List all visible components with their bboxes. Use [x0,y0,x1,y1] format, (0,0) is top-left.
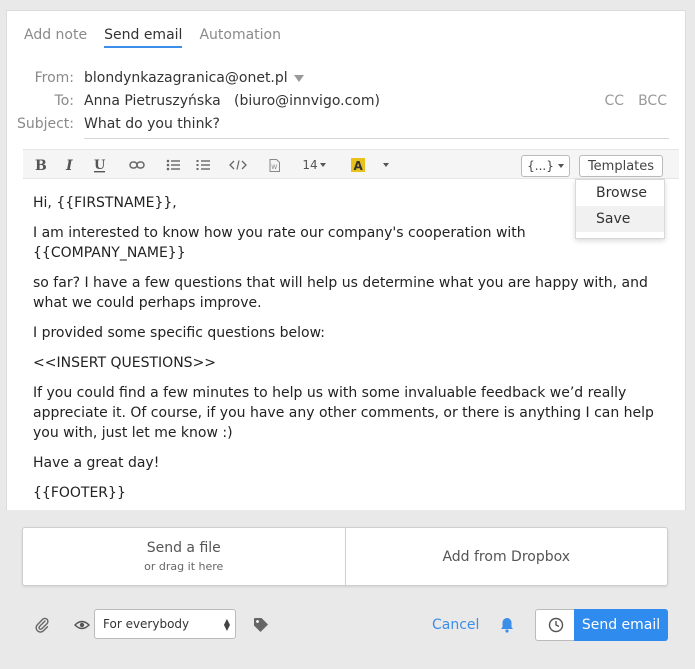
subject-row: Subject: What do you think? [7,114,669,139]
svg-text:A: A [354,159,364,172]
recipient-name: Anna Pietruszyńska [84,93,221,109]
variable-label: {...} [527,159,554,173]
body-paragraph: I am interested to know how you rate our… [33,225,531,261]
italic-icon: I [65,158,73,172]
subject-underline [84,138,669,139]
svg-text:W: W [271,164,277,171]
body-paragraph: Have a great day! [33,455,160,471]
word-document-icon: W [269,158,280,172]
from-label: From: [34,70,74,86]
cc-link[interactable]: CC [605,93,625,109]
bullet-list-icon [166,159,180,171]
underline-button[interactable]: U [91,150,109,180]
dropbox-label: Add from Dropbox [442,548,571,565]
to-field[interactable]: Anna Pietruszyńska (biuro@innvigo.com) [84,93,380,109]
send-file-dropzone[interactable]: Send a file or drag it here [23,528,345,585]
editor-toolbar: B I U W 14 A {...} Templates [23,149,679,179]
insert-variable-button[interactable]: {...} [521,155,570,177]
paperclip-icon [35,617,49,633]
chevron-down-icon [293,74,304,82]
add-from-dropbox-button[interactable]: Add from Dropbox [344,528,668,585]
body-paragraph: so far? I have a few questions that will… [33,275,653,311]
send-file-title: Send a file [146,540,221,556]
templates-menu: Browse Save [575,179,665,239]
visibility-value: For everybody [103,617,190,631]
bold-icon: B [35,158,46,172]
cc-bcc-links: CC BCC [591,93,667,109]
from-row: From: blondynkazagranica@onet.pl [7,68,667,90]
highlight-color-button[interactable]: A [349,150,367,180]
font-size-value: 14 [302,158,318,172]
bcc-link[interactable]: BCC [638,93,667,109]
italic-button[interactable]: I [61,150,79,180]
from-select[interactable]: blondynkazagranica@onet.pl [84,70,304,86]
select-arrows-icon: ▲ ▼ [223,617,230,632]
underline-icon: U [94,158,106,173]
font-size-select[interactable]: 14 [301,150,327,180]
body-paragraph: I provided some specific questions below… [33,325,325,341]
numbered-list-icon [196,160,210,170]
tab-send-email[interactable]: Send email [104,27,183,48]
templates-button[interactable]: Templates [579,155,663,177]
schedule-send-button[interactable] [535,609,575,641]
chevron-down-icon [319,163,326,167]
body-paragraph: If you could find a few minutes to help … [33,385,659,441]
svg-text:B: B [35,158,46,172]
body-paragraph: <<INSERT QUESTIONS>> [33,355,217,371]
bold-button[interactable]: B [31,150,49,180]
send-email-button[interactable]: Send email [574,609,668,641]
tag-icon [254,618,268,632]
highlight-color-icon: A [351,158,365,172]
highlight-color-dropdown[interactable] [379,150,393,180]
to-label: To: [54,93,74,109]
subject-input[interactable]: What do you think? [84,116,220,132]
visibility-button[interactable] [70,613,94,637]
tag-button[interactable] [249,613,273,637]
composer-tabs: Add note Send email Automation [24,27,298,48]
to-row: To: Anna Pietruszyńska (biuro@innvigo.co… [7,91,667,113]
eye-icon [74,620,90,630]
notification-button[interactable] [495,613,519,637]
composer-footer: For everybody ▲ ▼ Cancel Send email [0,605,695,645]
email-body-editor[interactable]: Hi, {{FIRSTNAME}}, I am interested to kn… [33,193,673,513]
attachment-panel: Send a file or drag it here Add from Dro… [22,527,668,586]
code-button[interactable] [226,150,250,180]
body-paragraph: {{FOOTER}} [33,485,126,501]
send-file-subtitle: or drag it here [144,560,224,573]
bullet-list-button[interactable] [163,150,183,180]
tab-automation[interactable]: Automation [199,27,281,48]
visibility-select[interactable]: For everybody ▲ ▼ [94,609,236,639]
attach-button[interactable] [30,613,54,637]
link-button[interactable] [127,150,147,180]
recipient-email: (biuro@innvigo.com) [234,93,380,109]
link-icon [129,161,145,169]
code-icon [229,160,247,170]
clock-icon [548,617,563,633]
chevron-down-icon [383,163,389,167]
numbered-list-button[interactable] [193,150,213,180]
templates-menu-browse[interactable]: Browse [576,180,664,206]
bell-icon [501,618,513,633]
chevron-down-icon [557,164,564,168]
from-value: blondynkazagranica@onet.pl [84,70,288,86]
subject-label: Subject: [16,116,74,132]
email-composer: Add note Send email Automation From: blo… [6,10,686,510]
templates-menu-save[interactable]: Save [576,206,664,232]
word-paste-button[interactable]: W [265,150,283,180]
tab-add-note[interactable]: Add note [24,27,87,48]
svg-text:I: I [65,158,73,172]
cancel-button[interactable]: Cancel [432,617,479,633]
svg-text:U: U [94,158,106,173]
